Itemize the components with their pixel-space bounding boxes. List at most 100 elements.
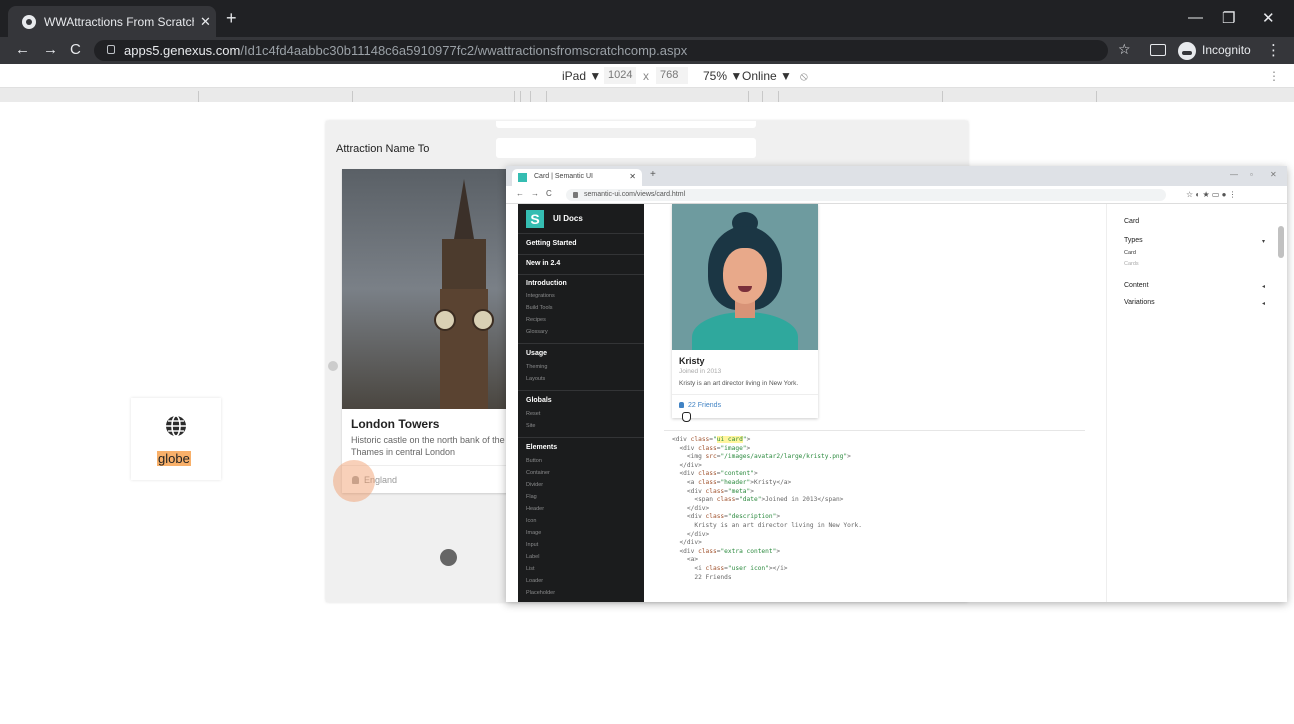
- sidebar-getting-started[interactable]: Getting Started: [526, 240, 577, 247]
- sidebar-globals[interactable]: Globals: [526, 397, 552, 404]
- chevron-down-icon[interactable]: ▾: [1262, 238, 1265, 245]
- sidebar-item[interactable]: Reset: [526, 411, 540, 417]
- url-input[interactable]: apps5.genexus.com/Id1c4fd4aabbc30b11148c…: [94, 40, 1108, 61]
- toc-title[interactable]: Card: [1124, 218, 1139, 225]
- device-width-input[interactable]: 1024: [604, 67, 636, 84]
- semantic-toolbar-icons[interactable]: ☆ ◐ ★ ▭ ● ⋮: [1186, 190, 1237, 199]
- sidebar-item[interactable]: Input: [526, 542, 538, 548]
- sidebar-item[interactable]: List: [526, 566, 535, 572]
- semantic-logo-icon[interactable]: S: [526, 210, 544, 228]
- incognito-icon[interactable]: [1178, 42, 1196, 60]
- sidebar-item[interactable]: Header: [526, 506, 544, 512]
- semantic-ui-window: Card | Semantic UI ✕ + — ▫ ✕ ← → C seman…: [506, 166, 1287, 602]
- semantic-scrollbar[interactable]: [1278, 226, 1284, 258]
- device-height-input[interactable]: 768: [656, 67, 688, 84]
- semantic-maximize-button[interactable]: ▫: [1250, 170, 1253, 179]
- reload-button[interactable]: C: [70, 41, 81, 58]
- sidebar-item[interactable]: Build Tools: [526, 305, 553, 311]
- cast-icon[interactable]: [1150, 44, 1166, 56]
- incognito-label[interactable]: Incognito: [1202, 43, 1251, 57]
- kristy-card-divider: [672, 394, 818, 395]
- lock-icon: [107, 45, 115, 54]
- sidebar-item[interactable]: Placeholder: [526, 590, 555, 596]
- semantic-tab-close-icon[interactable]: ✕: [629, 172, 636, 181]
- attraction-name-to-label: Attraction Name To: [336, 143, 430, 155]
- network-throttle-select[interactable]: Online ▼: [742, 69, 792, 83]
- toc-variations[interactable]: Variations: [1124, 299, 1155, 306]
- sidebar-item[interactable]: Loader: [526, 578, 543, 584]
- sidebar-item[interactable]: Theming: [526, 364, 547, 370]
- attraction-name-to-input[interactable]: [496, 138, 756, 158]
- new-tab-button[interactable]: +: [226, 8, 237, 29]
- semantic-url-input[interactable]: semantic-ui.com/views/card.html: [566, 189, 1166, 201]
- sidebar-usage[interactable]: Usage: [526, 350, 547, 357]
- sidebar-item[interactable]: Icon: [526, 518, 536, 524]
- maximize-button[interactable]: ❐: [1222, 9, 1235, 27]
- sidebar-item[interactable]: Button: [526, 458, 542, 464]
- code-separator: [664, 430, 1085, 431]
- semantic-back-button[interactable]: ←: [516, 189, 524, 198]
- back-button[interactable]: ←: [15, 41, 30, 58]
- semantic-reload-button[interactable]: C: [546, 189, 552, 198]
- close-window-button[interactable]: ✕: [1262, 9, 1275, 27]
- sidebar-item[interactable]: Flag: [526, 494, 537, 500]
- semantic-new-tab-button[interactable]: +: [650, 169, 656, 180]
- zoom-select[interactable]: 75% ▼: [703, 69, 742, 83]
- sidebar-elements[interactable]: Elements: [526, 444, 557, 451]
- semantic-tabbar: Card | Semantic UI ✕ + — ▫ ✕: [506, 166, 1287, 186]
- toc-item-cards[interactable]: Cards: [1124, 261, 1139, 267]
- sidebar-introduction[interactable]: Introduction: [526, 280, 567, 287]
- rotate-icon[interactable]: ⦸: [800, 69, 808, 84]
- click-indicator: [333, 460, 375, 502]
- semantic-close-button[interactable]: ✕: [1270, 170, 1277, 179]
- sidebar-item[interactable]: Site: [526, 423, 535, 429]
- address-bar: ← → C apps5.genexus.com/Id1c4fd4aabbc30b…: [0, 37, 1294, 64]
- bookmark-star-icon[interactable]: ☆: [1118, 41, 1131, 58]
- sidebar-item[interactable]: Divider: [526, 482, 543, 488]
- sidebar-item[interactable]: Image: [526, 530, 541, 536]
- carousel-dot[interactable]: [440, 549, 457, 566]
- sidebar-item[interactable]: Integrations: [526, 293, 555, 299]
- semantic-logo-text[interactable]: UI Docs: [553, 214, 583, 223]
- device-select[interactable]: iPad ▼: [562, 69, 601, 83]
- browser-tab[interactable]: WWAttractions From Scratch Com ✕: [8, 6, 216, 37]
- browser-menu-button[interactable]: ⋮: [1266, 41, 1281, 59]
- browser-tabstrip: WWAttractions From Scratch Com ✕ + — ❐ ✕: [0, 0, 1294, 37]
- semantic-forward-button[interactable]: →: [531, 189, 539, 198]
- card-title: London Towers: [351, 417, 440, 431]
- semantic-main: Kristy Joined in 2013 Kristy is an art d…: [644, 204, 1087, 602]
- sidebar-item[interactable]: Layouts: [526, 376, 545, 382]
- forward-button[interactable]: →: [43, 41, 58, 58]
- semantic-tab-title: Card | Semantic UI: [534, 173, 594, 180]
- chevron-left-icon[interactable]: ◂: [1262, 300, 1265, 307]
- semantic-sidebar: S UI Docs Getting Started New in 2.4 Int…: [518, 204, 644, 602]
- sidebar-item[interactable]: Label: [526, 554, 539, 560]
- semantic-minimize-button[interactable]: —: [1230, 170, 1238, 179]
- toc-item-card[interactable]: Card: [1124, 250, 1136, 256]
- semantic-lock-icon: [573, 192, 578, 198]
- sidebar-new-in[interactable]: New in 2.4: [526, 260, 560, 267]
- semantic-tab[interactable]: Card | Semantic UI ✕: [512, 169, 642, 186]
- globe-card[interactable]: globe: [131, 398, 221, 480]
- sidebar-item[interactable]: Container: [526, 470, 550, 476]
- user-icon: [679, 402, 684, 408]
- top-input-field[interactable]: [496, 121, 756, 128]
- carousel-prev-icon[interactable]: [328, 361, 338, 371]
- kristy-friends-link[interactable]: 22 Friends: [679, 402, 721, 409]
- semantic-favicon-icon: [518, 173, 527, 182]
- card-description: Historic castle on the north bank of the…: [351, 435, 529, 457]
- chevron-left-icon[interactable]: ◂: [1262, 283, 1265, 290]
- kristy-card-header[interactable]: Kristy: [679, 356, 705, 366]
- hand-cursor-icon: [682, 412, 691, 422]
- tab-close-icon[interactable]: ✕: [200, 14, 211, 30]
- minimize-button[interactable]: —: [1188, 9, 1203, 26]
- code-example: <div class="ui card"> <div class="image"…: [672, 436, 862, 581]
- toc-content[interactable]: Content: [1124, 282, 1149, 289]
- sidebar-item[interactable]: Glossary: [526, 329, 548, 335]
- sidebar-item[interactable]: Recipes: [526, 317, 546, 323]
- media-query-ruler[interactable]: [0, 88, 1294, 102]
- device-toolbar: iPad ▼ 1024 x 768 75% ▼ Online ▼ ⦸ ⋮: [0, 64, 1294, 88]
- toc-types[interactable]: Types: [1124, 237, 1143, 244]
- device-toolbar-menu[interactable]: ⋮: [1268, 69, 1280, 83]
- kristy-card[interactable]: Kristy Joined in 2013 Kristy is an art d…: [672, 204, 818, 418]
